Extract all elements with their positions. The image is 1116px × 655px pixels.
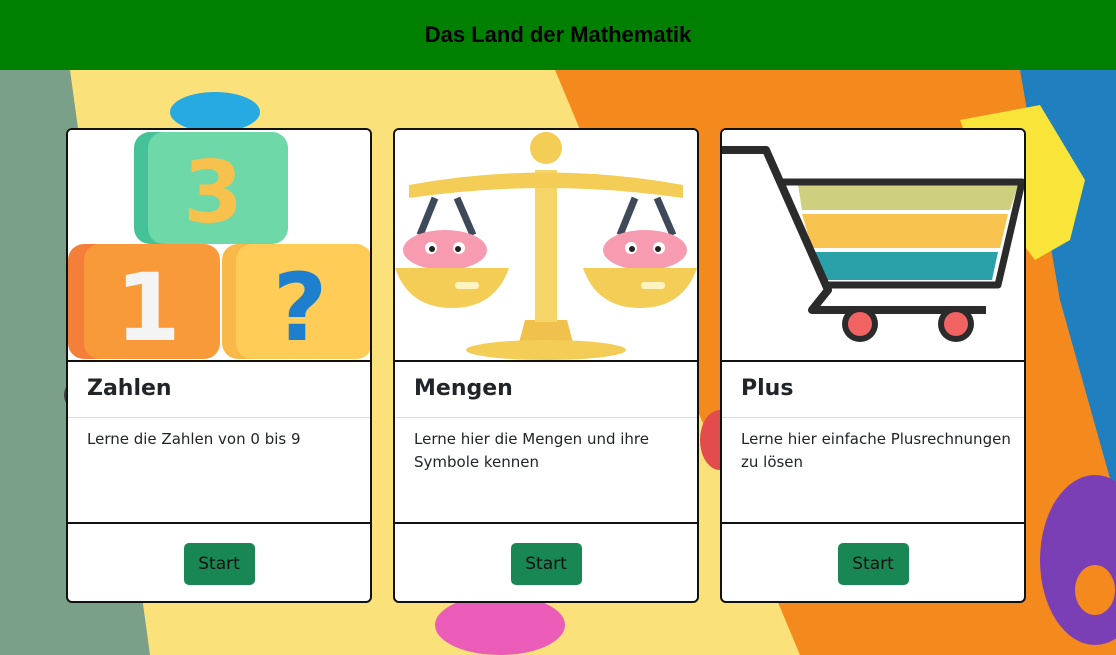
card-description: Lerne hier die Mengen und ihre Symbole k… bbox=[414, 430, 649, 471]
card-footer: Start bbox=[395, 522, 697, 601]
number-blocks-image: 3 1 ? bbox=[68, 132, 370, 360]
card-footer: Start bbox=[722, 522, 1024, 601]
card-title: Mengen bbox=[414, 376, 513, 401]
card-zahlen: 3 1 ? Zahlen Lerne die Zahlen von 0 bis … bbox=[66, 128, 372, 603]
page-title: Das Land der Mathematik bbox=[424, 22, 692, 47]
card-description: Lerne hier einfache Plusrechnungen zu lö… bbox=[741, 430, 1011, 471]
card-footer: Start bbox=[68, 522, 370, 601]
block-glyph: ? bbox=[273, 254, 328, 360]
start-button-mengen[interactable]: Start bbox=[510, 542, 582, 585]
block-glyph: 3 bbox=[183, 143, 243, 243]
shopping-cart-image bbox=[722, 146, 1024, 342]
card-title: Zahlen bbox=[87, 376, 172, 401]
card-description: Lerne die Zahlen von 0 bis 9 bbox=[87, 430, 301, 448]
card-plus: Plus Lerne hier einfache Plusrechnungen … bbox=[720, 128, 1026, 603]
card-image: 3 1 ? bbox=[68, 130, 370, 360]
balance-scale-image bbox=[395, 132, 697, 360]
app-header: Das Land der Mathematik bbox=[0, 0, 1116, 70]
start-button-plus[interactable]: Start bbox=[837, 542, 909, 585]
card-title: Plus bbox=[741, 376, 794, 401]
start-button-zahlen[interactable]: Start bbox=[183, 542, 255, 585]
card-image bbox=[395, 130, 697, 360]
card-mengen: Mengen Lerne hier die Mengen und ihre Sy… bbox=[393, 128, 699, 603]
card-image bbox=[722, 130, 1024, 360]
block-glyph: 1 bbox=[115, 254, 180, 360]
